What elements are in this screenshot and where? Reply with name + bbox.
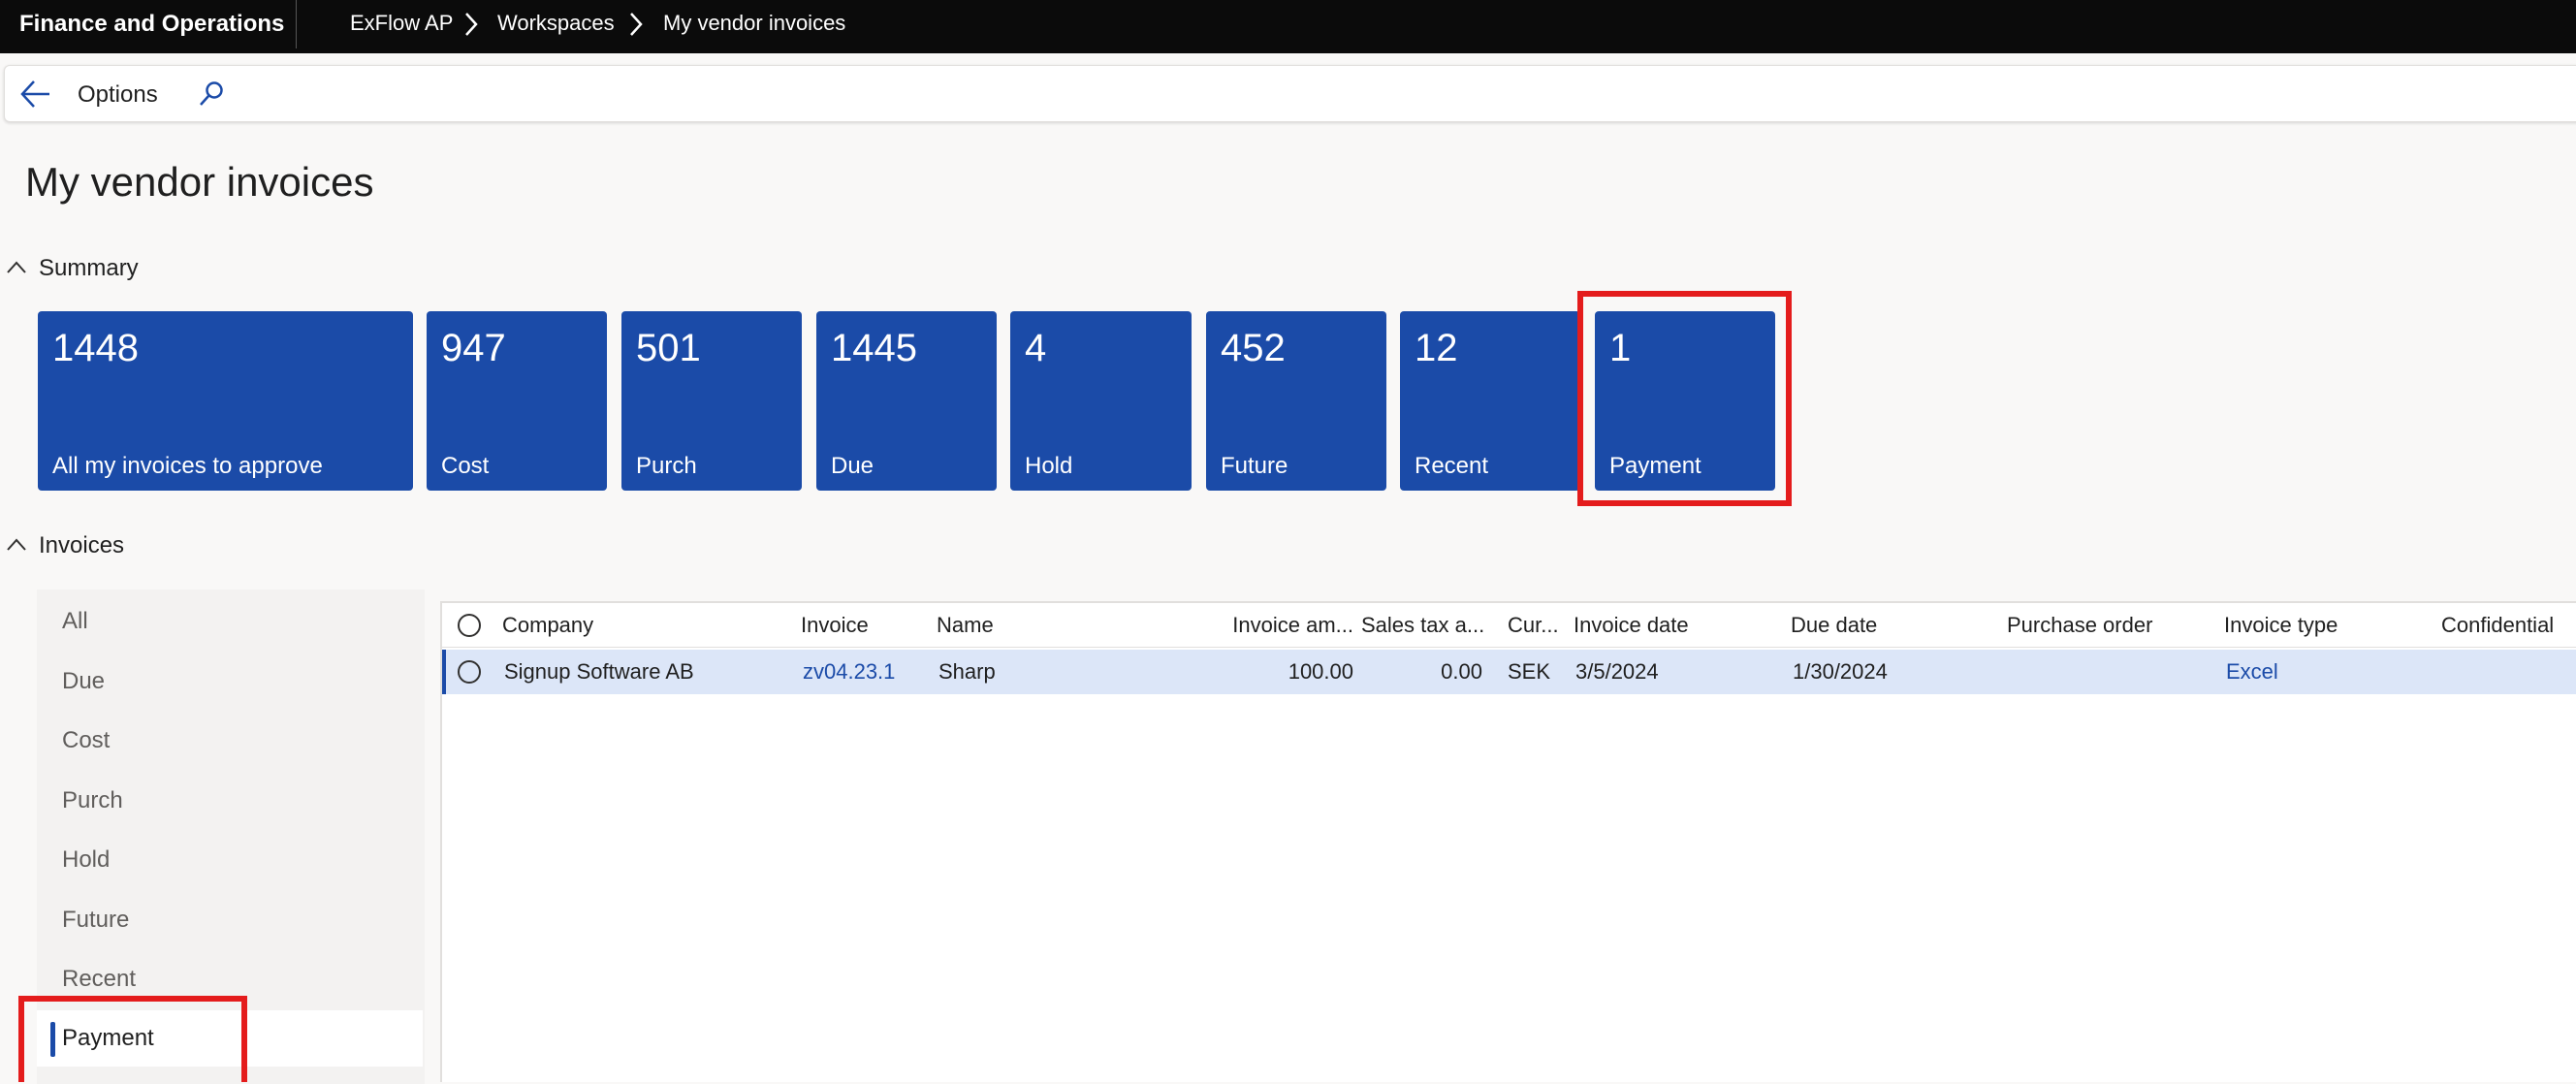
filter-item-recent[interactable]: Recent bbox=[37, 951, 423, 1007]
tile-count: 4 bbox=[1025, 327, 1047, 369]
summary-section-label: Summary bbox=[39, 255, 139, 281]
tile-label: Payment bbox=[1609, 453, 1701, 479]
column-header-invoice[interactable]: Invoice bbox=[801, 603, 869, 648]
filter-label: All bbox=[62, 608, 88, 634]
tile-label: Due bbox=[831, 453, 875, 479]
app-name[interactable]: Finance and Operations bbox=[19, 0, 284, 53]
tile-purch[interactable]: 501 Purch bbox=[621, 311, 802, 491]
tile-count: 1448 bbox=[52, 327, 139, 369]
invoices-section-toggle[interactable]: Invoices bbox=[0, 528, 194, 563]
tile-count: 1 bbox=[1609, 327, 1632, 369]
action-pane: Options bbox=[4, 65, 2576, 122]
column-header-invoice-type[interactable]: Invoice type bbox=[2224, 603, 2337, 648]
tile-payment[interactable]: 1 Payment bbox=[1595, 311, 1775, 491]
select-all-radio[interactable] bbox=[458, 614, 481, 637]
filter-item-future[interactable]: Future bbox=[37, 892, 423, 948]
column-header-name[interactable]: Name bbox=[937, 603, 994, 648]
column-header-invoice-date[interactable]: Invoice date bbox=[1574, 603, 1689, 648]
cell-sales-tax: 0.00 bbox=[1441, 659, 1482, 684]
filter-item-purch[interactable]: Purch bbox=[37, 773, 423, 829]
invoices-section-label: Invoices bbox=[39, 532, 125, 558]
top-navigation-bar: Finance and Operations ExFlow AP Workspa… bbox=[0, 0, 2576, 53]
cell-company: Signup Software AB bbox=[504, 659, 694, 684]
filter-label: Hold bbox=[62, 846, 111, 873]
chevron-up-icon bbox=[7, 261, 26, 273]
breadcrumb-my-vendor-invoices[interactable]: My vendor invoices bbox=[663, 0, 845, 53]
cell-invoice-date: 3/5/2024 bbox=[1575, 659, 1659, 684]
filter-label: Due bbox=[62, 668, 106, 694]
cell-name: Sharp bbox=[938, 659, 996, 684]
tile-label: Purch bbox=[636, 453, 697, 479]
tile-count: 501 bbox=[636, 327, 701, 369]
breadcrumb-exflow-ap[interactable]: ExFlow AP bbox=[350, 0, 453, 53]
tile-count: 12 bbox=[1415, 327, 1458, 369]
column-header-purchase-order[interactable]: Purchase order bbox=[2007, 603, 2152, 648]
tile-recent[interactable]: 12 Recent bbox=[1400, 311, 1580, 491]
cell-currency: SEK bbox=[1508, 659, 1551, 684]
tile-label: All my invoices to approve bbox=[52, 453, 323, 479]
filter-item-all[interactable]: All bbox=[37, 593, 423, 650]
tile-label: Cost bbox=[441, 453, 490, 479]
chevron-right-icon bbox=[630, 13, 643, 36]
back-arrow-icon[interactable] bbox=[18, 78, 53, 111]
tile-future[interactable]: 452 Future bbox=[1206, 311, 1386, 491]
tile-all-my-invoices[interactable]: 1448 All my invoices to approve bbox=[38, 311, 413, 491]
tile-cost[interactable]: 947 Cost bbox=[427, 311, 607, 491]
filter-label: Recent bbox=[62, 966, 137, 992]
tile-due[interactable]: 1445 Due bbox=[816, 311, 997, 491]
chevron-up-icon bbox=[7, 538, 26, 551]
column-header-currency[interactable]: Cur... bbox=[1508, 603, 1559, 648]
topbar-divider bbox=[296, 0, 297, 48]
filter-label: Payment bbox=[62, 1025, 154, 1051]
page-title: My vendor invoices bbox=[25, 159, 374, 205]
grid-header: Company Invoice Name Invoice am... Sales… bbox=[442, 603, 2576, 648]
invoice-filter-list: All Due Cost Purch Hold Future Recent Pa… bbox=[37, 590, 425, 1084]
tile-label: Future bbox=[1221, 453, 1288, 479]
tile-count: 452 bbox=[1221, 327, 1286, 369]
tile-count: 1445 bbox=[831, 327, 917, 369]
cell-invoice-link[interactable]: zv04.23.1 bbox=[803, 650, 895, 694]
column-header-due-date[interactable]: Due date bbox=[1791, 603, 1877, 648]
filter-item-due[interactable]: Due bbox=[37, 654, 423, 710]
invoice-grid: Company Invoice Name Invoice am... Sales… bbox=[440, 601, 2576, 1082]
selection-indicator bbox=[50, 1022, 55, 1057]
cell-invoice-type-link[interactable]: Excel bbox=[2226, 650, 2278, 694]
options-menu[interactable]: Options bbox=[78, 66, 158, 123]
breadcrumb-workspaces[interactable]: Workspaces bbox=[497, 0, 615, 53]
summary-section-toggle[interactable]: Summary bbox=[0, 251, 194, 286]
column-header-confidential[interactable]: Confidential bbox=[2441, 603, 2554, 648]
search-icon[interactable] bbox=[197, 80, 226, 109]
filter-label: Cost bbox=[62, 727, 111, 753]
table-row[interactable]: Signup Software AB zv04.23.1 Sharp 100.0… bbox=[442, 650, 2576, 694]
cell-due-date: 1/30/2024 bbox=[1793, 659, 1888, 684]
tile-hold[interactable]: 4 Hold bbox=[1010, 311, 1192, 491]
column-header-invoice-amount[interactable]: Invoice am... bbox=[1213, 603, 1353, 648]
tile-count: 947 bbox=[441, 327, 506, 369]
filter-item-cost[interactable]: Cost bbox=[37, 713, 423, 769]
tile-label: Recent bbox=[1415, 453, 1489, 479]
filter-label: Purch bbox=[62, 787, 123, 813]
row-select-radio[interactable] bbox=[458, 660, 481, 684]
cell-invoice-amount: 100.00 bbox=[1288, 659, 1353, 684]
filter-label: Future bbox=[62, 907, 130, 933]
filter-item-payment[interactable]: Payment bbox=[37, 1010, 423, 1067]
chevron-right-icon bbox=[465, 13, 478, 36]
column-header-company[interactable]: Company bbox=[502, 603, 593, 648]
tile-label: Hold bbox=[1025, 453, 1073, 479]
filter-item-hold[interactable]: Hold bbox=[37, 832, 423, 888]
column-header-sales-tax[interactable]: Sales tax a... bbox=[1361, 603, 1484, 648]
